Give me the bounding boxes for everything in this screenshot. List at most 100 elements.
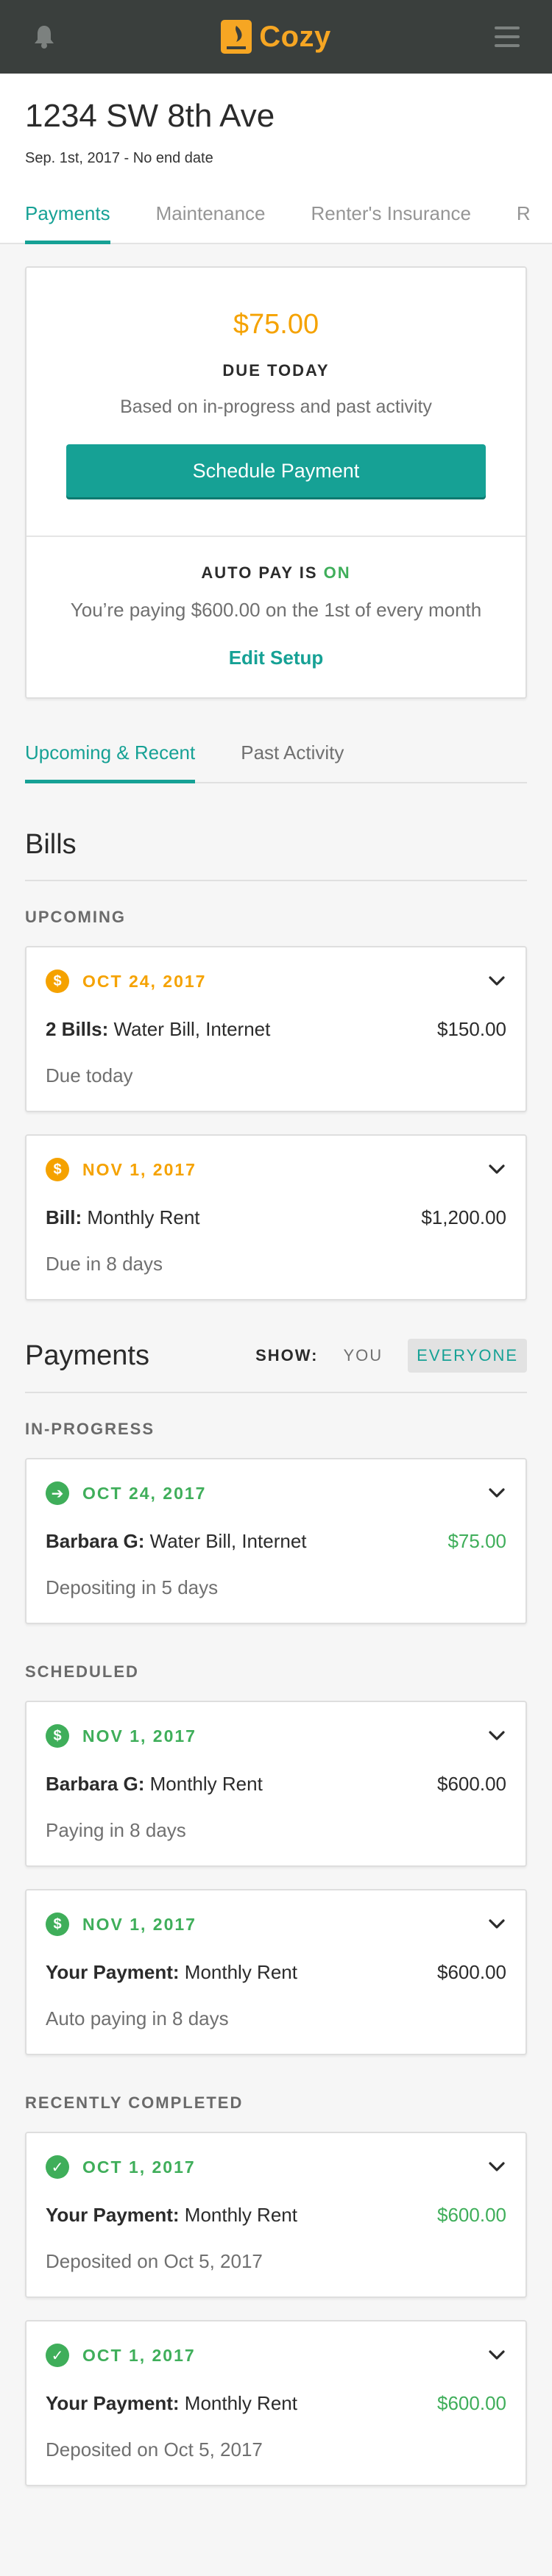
item-text: Monthly Rent (144, 1773, 263, 1795)
schedule-payment-button[interactable]: Schedule Payment (66, 444, 486, 497)
item-description: 2 Bills: Water Bill, Internet (46, 1018, 270, 1041)
item-status: Auto paying in 8 days (46, 2007, 229, 2029)
tab-renters-insurance[interactable]: Renter's Insurance (311, 202, 471, 243)
chevron-down-icon[interactable] (487, 1484, 506, 1503)
top-bar: Cozy (0, 0, 552, 74)
item-amount: $600.00 (437, 2204, 506, 2226)
dollar-icon: $ (46, 1913, 69, 1936)
arrow-right-icon: ➔ (46, 1481, 69, 1505)
item-amount: $75.00 (447, 1530, 506, 1552)
autopay-status: AUTO PAY IS ON (49, 563, 503, 583)
item-label: Bill: (46, 1206, 82, 1228)
payment-card[interactable]: $ NOV 1, 2017 Your Payment: Monthly Rent $6… (25, 1889, 527, 2055)
item-label: 2 Bills: (46, 1018, 109, 1040)
bill-card[interactable]: $ OCT 24, 2017 2 Bills: Water Bill, Intern… (25, 946, 527, 1112)
hamburger-menu-icon[interactable] (494, 25, 520, 49)
item-status: Deposited on Oct 5, 2017 (46, 2438, 263, 2461)
item-amount: $600.00 (437, 1961, 506, 1983)
dollar-icon: $ (46, 1158, 69, 1181)
item-status: Deposited on Oct 5, 2017 (46, 2250, 263, 2272)
item-amount: $150.00 (437, 1018, 506, 1040)
item-label: Your Payment: (46, 1961, 180, 1983)
item-label: Barbara G: (46, 1530, 145, 1552)
bell-icon[interactable] (31, 24, 57, 50)
item-date: NOV 1, 2017 (82, 1159, 197, 1179)
bills-list: $ OCT 24, 2017 2 Bills: Water Bill, Intern… (0, 946, 552, 1301)
upcoming-label: UPCOMING (25, 908, 126, 926)
tab-overflow[interactable]: R (517, 202, 531, 243)
show-everyone-option[interactable]: EVERYONE (408, 1339, 527, 1373)
item-label: Your Payment: (46, 2204, 180, 2226)
due-today-label: DUE TODAY (222, 361, 330, 380)
item-status: Depositing in 5 days (46, 1576, 219, 1598)
payment-card[interactable]: ✓ OCT 1, 2017 Your Payment: Monthly Rent $6… (25, 2132, 527, 2298)
tab-payments[interactable]: Payments (25, 202, 110, 244)
item-label: Barbara G: (46, 1773, 145, 1795)
inprogress-list: ➔ OCT 24, 2017 Barbara G: Water Bill, Inte… (0, 1458, 552, 1624)
item-date: NOV 1, 2017 (82, 1914, 197, 1934)
item-amount: $1,200.00 (421, 1206, 506, 1228)
logo-text: Cozy (259, 20, 331, 53)
bills-header: Bills (25, 829, 527, 881)
item-description: Your Payment: Monthly Rent (46, 2392, 297, 2415)
item-label: Your Payment: (46, 2392, 180, 2414)
chevron-down-icon[interactable] (487, 1726, 506, 1746)
chevron-down-icon[interactable] (487, 1915, 506, 1934)
bill-card[interactable]: $ NOV 1, 2017 Bill: Monthly Rent $1,200.00 D… (25, 1134, 527, 1301)
autopay-description: You’re paying $600.00 on the 1st of ever… (70, 599, 482, 621)
completed-label: RECENTLY COMPLETED (25, 2093, 244, 2112)
payment-card[interactable]: ➔ OCT 24, 2017 Barbara G: Water Bill, Inte… (25, 1458, 527, 1624)
cozy-logo-icon (221, 20, 252, 54)
activity-tabs: Upcoming & Recent Past Activity (25, 741, 527, 783)
check-icon: ✓ (46, 2155, 69, 2179)
amount-due: $75.00 (233, 309, 319, 340)
show-label: SHOW: (255, 1346, 319, 1365)
scheduled-label: SCHEDULED (25, 1662, 139, 1681)
tab-past-activity[interactable]: Past Activity (241, 741, 344, 782)
inprogress-label: IN-PROGRESS (25, 1420, 155, 1438)
cozy-logo[interactable]: Cozy (221, 20, 331, 54)
tab-maintenance[interactable]: Maintenance (156, 202, 266, 243)
item-status: Due in 8 days (46, 1253, 163, 1275)
chevron-down-icon[interactable] (487, 2157, 506, 2177)
item-status: Due today (46, 1064, 133, 1086)
check-icon: ✓ (46, 2344, 69, 2367)
payments-title: Payments (25, 1339, 149, 1371)
dollar-icon: $ (46, 969, 69, 993)
show-filter: SHOW: YOU EVERYONE (255, 1339, 527, 1373)
bills-title: Bills (25, 829, 77, 860)
property-header: 1234 SW 8th Ave Sep. 1st, 2017 - No end … (0, 74, 552, 244)
property-address: 1234 SW 8th Ave (25, 98, 275, 134)
item-description: Barbara G: Water Bill, Internet (46, 1530, 307, 1553)
scheduled-list: $ NOV 1, 2017 Barbara G: Monthly Rent $600.… (0, 1701, 552, 2055)
item-date: OCT 1, 2017 (82, 2157, 196, 2177)
autopay-state: ON (323, 563, 351, 582)
chevron-down-icon[interactable] (487, 972, 506, 991)
main-tabs: Payments Maintenance Renter's Insurance … (25, 202, 531, 244)
chevron-down-icon[interactable] (487, 1160, 506, 1179)
item-description: Your Payment: Monthly Rent (46, 2204, 297, 2227)
autopay-prefix: AUTO PAY IS (201, 563, 324, 582)
item-text: Water Bill, Internet (144, 1530, 307, 1552)
item-status: Paying in 8 days (46, 1819, 186, 1841)
chevron-down-icon[interactable] (487, 2346, 506, 2365)
tab-upcoming-recent[interactable]: Upcoming & Recent (25, 741, 196, 783)
lease-dates: Sep. 1st, 2017 - No end date (25, 150, 213, 166)
payment-card[interactable]: ✓ OCT 1, 2017 Your Payment: Monthly Rent $6… (25, 2320, 527, 2486)
item-text: Monthly Rent (179, 2392, 297, 2414)
dollar-icon: $ (46, 1724, 69, 1748)
item-text: Water Bill, Internet (108, 1018, 271, 1040)
item-date: NOV 1, 2017 (82, 1726, 197, 1746)
payments-header: Payments SHOW: YOU EVERYONE (25, 1339, 527, 1393)
edit-setup-link[interactable]: Edit Setup (229, 647, 324, 669)
item-date: OCT 1, 2017 (82, 2345, 196, 2365)
based-on-text: Based on in-progress and past activity (120, 396, 432, 417)
item-date: OCT 24, 2017 (82, 971, 207, 991)
payment-summary-card: $75.00 DUE TODAY Based on in-progress an… (25, 266, 527, 699)
completed-list: ✓ OCT 1, 2017 Your Payment: Monthly Rent $6… (0, 2132, 552, 2486)
item-text: Monthly Rent (82, 1206, 200, 1228)
item-amount: $600.00 (437, 2392, 506, 2414)
show-you-option[interactable]: YOU (334, 1339, 392, 1373)
payment-card[interactable]: $ NOV 1, 2017 Barbara G: Monthly Rent $600.… (25, 1701, 527, 1867)
item-text: Monthly Rent (179, 2204, 297, 2226)
